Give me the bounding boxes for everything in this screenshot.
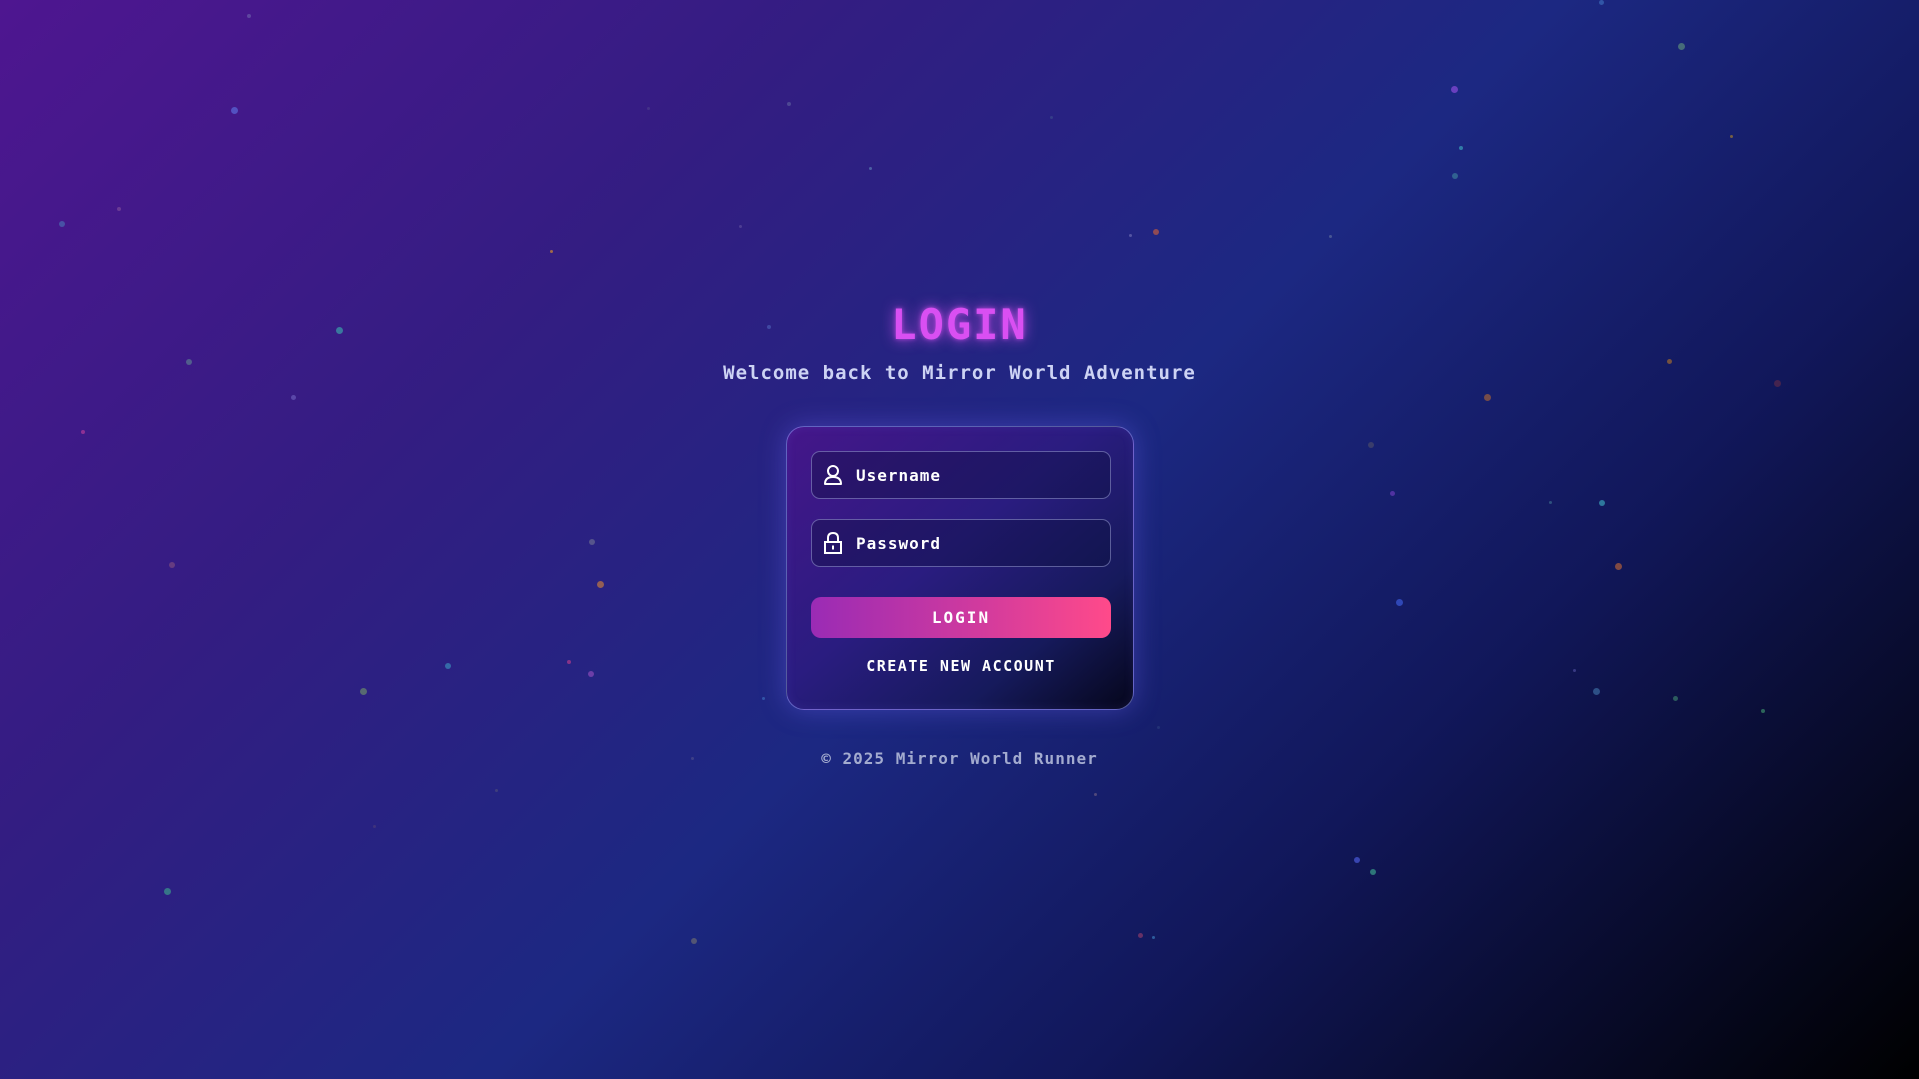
star-particle [596,580,604,588]
star-particle [81,430,85,434]
star-particle [1452,173,1458,179]
star-particle [1128,233,1132,237]
star-particle [1592,687,1600,695]
page-title: LOGIN [891,300,1028,349]
star-particle [372,824,376,828]
star-particle [738,224,742,228]
star-particle [1137,932,1143,938]
star-particle [1395,598,1403,606]
star-particle [1370,869,1376,875]
create-account-link[interactable]: CREATE NEW ACCOUNT [787,657,1135,675]
star-particle [359,687,367,695]
star-particle [646,106,650,110]
star-particle [691,938,697,944]
username-input[interactable] [844,451,1110,499]
star-particle [1156,725,1160,729]
star-particle [169,562,175,568]
star-particle [1151,935,1155,939]
star-particle [1614,562,1622,570]
star-particle [1368,442,1374,448]
star-particle [1483,393,1491,401]
user-icon [822,463,844,487]
star-particle [588,671,594,677]
star-particle [567,660,571,664]
star-particle [1599,500,1605,506]
star-particle [290,394,296,400]
username-field[interactable] [811,451,1111,499]
star-particle [1598,0,1604,5]
star-particle [1677,42,1685,50]
star-particle [549,249,553,253]
star-particle [117,207,121,211]
star-particle [1153,229,1159,235]
star-particle [1761,709,1765,713]
star-particle [59,221,65,227]
star-particle [1450,85,1458,93]
star-particle [163,887,171,895]
star-particle [589,539,595,545]
copyright-text: © 2025 Mirror World Runner [821,749,1098,768]
login-card: LOGIN CREATE NEW ACCOUNT [786,426,1134,710]
star-particle [1459,146,1463,150]
login-button[interactable]: LOGIN [811,597,1111,638]
password-field[interactable] [811,519,1111,567]
star-particle [761,696,765,700]
star-particle [1049,115,1053,119]
star-particle [1093,792,1097,796]
star-particle [1672,695,1678,701]
star-particle [1328,234,1332,238]
star-particle [1389,490,1395,496]
star-particle [1548,500,1552,504]
star-particle [247,14,251,18]
password-input[interactable] [844,519,1110,567]
star-particle [1572,668,1576,672]
star-particle [1729,134,1733,138]
star-particle [787,102,791,106]
page-subtitle: Welcome back to Mirror World Adventure [723,362,1196,384]
star-particle [230,106,238,114]
star-particle [494,788,498,792]
star-particle [1354,857,1360,863]
lock-icon [822,531,844,555]
star-particle [445,663,451,669]
star-particle [868,166,872,170]
